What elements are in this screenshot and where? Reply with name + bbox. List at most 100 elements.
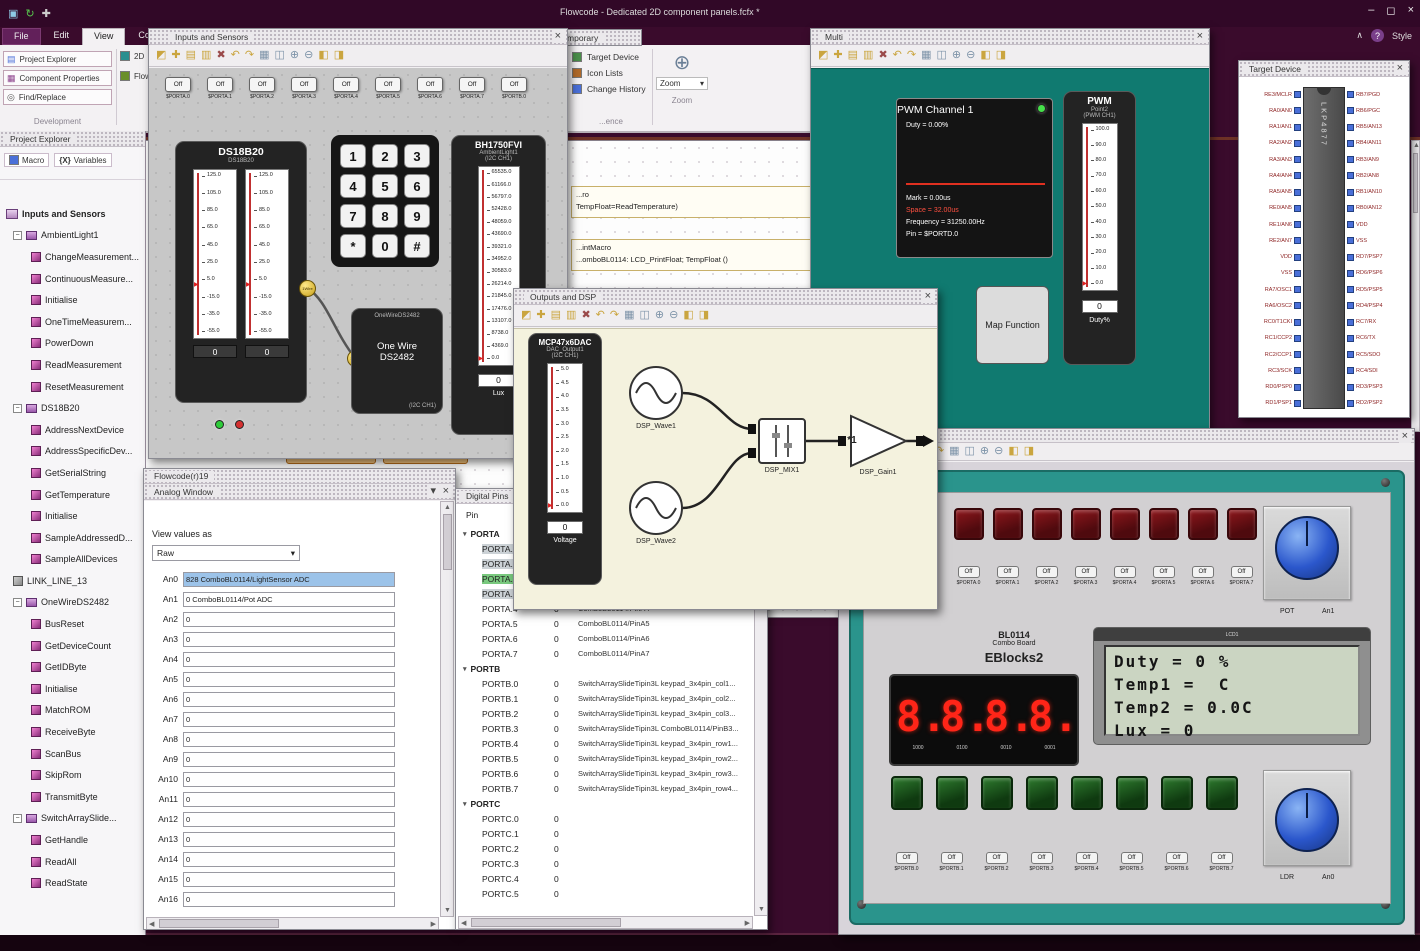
tree-item-initialise[interactable]: Initialise — [0, 678, 145, 700]
off-button[interactable]: Off — [985, 852, 1008, 864]
snap-icon[interactable]: ◫ — [965, 446, 975, 457]
off-button[interactable]: Off — [1210, 852, 1233, 864]
port-group-portc[interactable]: ▾ PORTC — [456, 796, 751, 811]
panel-titlebar[interactable]: Multi × — [811, 29, 1209, 45]
zoom-out-icon[interactable]: ⊖ — [994, 446, 1003, 457]
help-icon[interactable]: ? — [1370, 29, 1384, 42]
copy-icon[interactable]: ▤ — [551, 310, 561, 321]
send-back-icon[interactable]: ◨ — [996, 50, 1006, 61]
analog-value-field[interactable]: 0 — [183, 691, 395, 707]
ldr-knob[interactable] — [1275, 788, 1339, 852]
project-explorer-button[interactable]: ▤ Project Explorer — [3, 51, 112, 67]
pin-row-portb-6[interactable]: PORTB.6 0 SwitchArraySlideTipin3L keypad_3… — [456, 766, 751, 781]
keypad-key[interactable]: 4 — [340, 174, 366, 198]
pin-pad[interactable] — [1294, 253, 1301, 261]
zoom-in-icon[interactable]: ⊕ — [290, 50, 299, 61]
expander-icon[interactable]: − — [13, 597, 22, 607]
analog-value-field[interactable]: 0 — [183, 891, 395, 907]
pin-row-portc-2[interactable]: PORTC.2 0 — [456, 841, 751, 856]
close-icon[interactable]: × — [1393, 62, 1406, 75]
off-button[interactable]: Off — [996, 566, 1019, 578]
pin-pad[interactable] — [1347, 399, 1354, 407]
pin-pad[interactable] — [1347, 367, 1354, 375]
pin-pad[interactable] — [1294, 302, 1301, 310]
port-group-portb[interactable]: ▾ PORTB — [456, 661, 751, 676]
redo-icon[interactable]: ↷ — [245, 50, 254, 61]
close-icon[interactable]: × — [1408, 4, 1414, 17]
pin-row-portc-0[interactable]: PORTC.0 0 — [456, 811, 751, 826]
pin-pad[interactable] — [1294, 383, 1301, 391]
pin-row-portb-2[interactable]: PORTB.2 0 SwitchArraySlideTipin3L keypad_3… — [456, 706, 751, 721]
tree-item-receivebyte[interactable]: ReceiveByte — [0, 721, 145, 743]
redo-icon[interactable]: ↷ — [610, 310, 619, 321]
pin-pad[interactable] — [1294, 107, 1301, 115]
menu-icon[interactable]: ▾ — [427, 485, 439, 498]
collapse-ribbon-icon[interactable]: ∧ — [1356, 30, 1363, 41]
close-icon[interactable]: × — [551, 30, 564, 43]
off-button[interactable]: Off — [1230, 566, 1253, 578]
panel-canvas[interactable]: MCP47x6DAC DAC_Output1 (I2C CH1) 5.0 4.5 4… — [514, 328, 937, 609]
style-label[interactable]: Style — [1392, 31, 1412, 41]
keypad-key[interactable]: 0 — [372, 234, 398, 258]
tree-item-samplealldevices[interactable]: SampleAllDevices — [0, 549, 145, 571]
pin-pad[interactable] — [1294, 334, 1301, 342]
keypad-key[interactable]: * — [340, 234, 366, 258]
temperature-value[interactable]: 0 — [245, 345, 289, 358]
panel-canvas[interactable]: Off $PORTA.0 Off $PORTA.1 Off $PORTA.2 Off $POR… — [149, 68, 567, 458]
pin-column-header[interactable]: Pin — [466, 510, 478, 520]
pin-pad[interactable] — [1347, 383, 1354, 391]
add-icon[interactable]: ✚ — [536, 310, 545, 321]
scroll-up-icon[interactable]: ▲ — [1413, 142, 1420, 149]
flowchart-call-box[interactable]: ...intMacro ...omboBL0114: LCD_PrintFloa… — [571, 239, 821, 271]
pin-row-portc-4[interactable]: PORTC.4 0 — [456, 871, 751, 886]
off-button[interactable]: Off — [895, 852, 918, 864]
scrollbar-thumb[interactable] — [1413, 153, 1418, 213]
tree-root[interactable]: Inputs and Sensors — [0, 203, 145, 225]
tree-item-getidbyte[interactable]: GetIDByte — [0, 656, 145, 678]
snap-icon[interactable]: ◫ — [275, 50, 285, 61]
cursor-icon[interactable]: ◩ — [521, 310, 531, 321]
panel-titlebar[interactable]: Project Explorer — [0, 131, 145, 147]
analog-value-field[interactable]: 0 — [183, 731, 395, 747]
app-icon[interactable]: ▣ — [8, 7, 18, 20]
tree-item-initialise[interactable]: Initialise — [0, 289, 145, 311]
expander-icon[interactable]: − — [13, 813, 22, 823]
close-icon[interactable]: × — [1398, 430, 1411, 443]
new-icon[interactable]: ✚ — [42, 7, 51, 20]
scroll-left-icon[interactable]: ◀ — [461, 920, 466, 927]
analog-value-field[interactable]: 0 — [183, 771, 395, 787]
macro-section-button[interactable]: Macro — [4, 153, 50, 167]
pin-row-portc-5[interactable]: PORTC.5 0 — [456, 886, 751, 901]
off-button[interactable]: Off — [1113, 566, 1136, 578]
keypad-key[interactable]: 1 — [340, 144, 366, 168]
pin-pad[interactable] — [1347, 204, 1354, 212]
tree-item-skiprom[interactable]: SkipRom — [0, 764, 145, 786]
pin-pad[interactable] — [1347, 91, 1354, 98]
cursor-icon[interactable]: ◩ — [818, 50, 828, 61]
analog-value-field[interactable]: 0 — [183, 671, 395, 687]
keypad-key[interactable]: 8 — [372, 204, 398, 228]
analog-value-field[interactable]: 0 — [183, 871, 395, 887]
horizontal-scrollbar[interactable]: ◀ ▶ — [458, 916, 753, 929]
undo-icon[interactable]: ↶ — [596, 310, 605, 321]
potentiometer-knob[interactable] — [1275, 516, 1339, 580]
tree-item-onetimemeasurem[interactable]: OneTimeMeasurem... — [0, 311, 145, 333]
off-button[interactable]: Off — [940, 852, 963, 864]
add-icon[interactable]: ✚ — [833, 50, 842, 61]
wave1-label[interactable]: DSP_Wave1 — [624, 423, 688, 430]
pin-row-porta-7[interactable]: PORTA.7 0 ComboBL0114/PinA7 — [456, 646, 751, 661]
tree-group-ambientlight1[interactable]: − AmbientLight1 — [0, 225, 145, 247]
pin-pad[interactable] — [1294, 188, 1301, 196]
tree-group-switcharrayslide[interactable]: − SwitchArraySlide... — [0, 808, 145, 830]
redo-icon[interactable]: ↷ — [907, 50, 916, 61]
zoom-out-icon[interactable]: ⊖ — [966, 50, 975, 61]
off-button[interactable]: Off — [1152, 566, 1175, 578]
pin-pad[interactable] — [1347, 123, 1354, 131]
pin-pad[interactable] — [1294, 351, 1301, 358]
pin-pad[interactable] — [1347, 188, 1354, 196]
off-button[interactable]: Off — [1035, 566, 1058, 578]
scroll-down-icon[interactable]: ▼ — [444, 907, 451, 914]
minimize-icon[interactable]: – — [1368, 4, 1374, 17]
tree-item-addressspecificdev[interactable]: AddressSpecificDev... — [0, 441, 145, 463]
delete-icon[interactable]: ✖ — [581, 310, 590, 321]
